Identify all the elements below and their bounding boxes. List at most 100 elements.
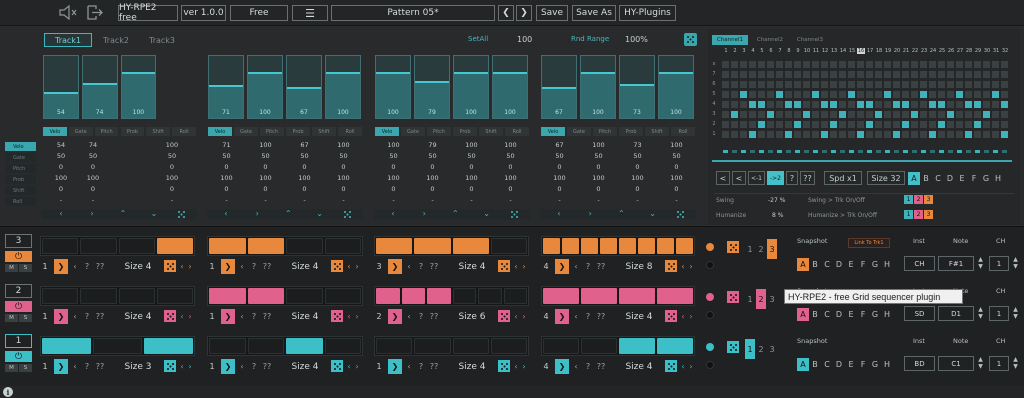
grid-cell[interactable]: [776, 131, 783, 138]
velocity-bar[interactable]: 100: [580, 55, 616, 119]
param-tab-shift[interactable]: Shift: [146, 127, 171, 136]
play-step-button[interactable]: ❯: [221, 259, 235, 274]
grid-cell[interactable]: [956, 61, 963, 68]
param-value[interactable]: 100: [290, 174, 320, 182]
param-value[interactable]: 71: [212, 141, 242, 149]
random-double-button[interactable]: ??: [594, 259, 608, 274]
grid-cell[interactable]: [830, 91, 837, 98]
random-double-button[interactable]: ??: [427, 309, 441, 324]
step[interactable]: [581, 238, 598, 254]
grid-cell[interactable]: [740, 91, 747, 98]
grid-cell[interactable]: [776, 91, 783, 98]
grid-column-number[interactable]: 28: [965, 48, 973, 54]
grid-cell[interactable]: [803, 91, 810, 98]
swing-track-toggle[interactable]: 3: [924, 195, 933, 204]
param-value[interactable]: 0: [457, 163, 487, 171]
prev-step-button[interactable]: ‹: [70, 259, 80, 274]
play-step-button[interactable]: ❯: [221, 309, 235, 324]
snapshot-e[interactable]: E: [845, 308, 857, 321]
shift-right-button[interactable]: ›: [186, 359, 194, 374]
param-value[interactable]: 100: [251, 141, 281, 149]
grid-cell[interactable]: [740, 121, 747, 128]
param-value[interactable]: 0: [457, 185, 487, 193]
param-tab-velo[interactable]: Velo: [541, 127, 565, 136]
random-button[interactable]: ?: [82, 309, 92, 324]
chevron-right-icon[interactable]: ›: [85, 209, 99, 218]
grid-cell[interactable]: [1001, 121, 1008, 128]
grid-pattern-g[interactable]: G: [980, 172, 992, 185]
grid-cell[interactable]: [749, 111, 756, 118]
param-value[interactable]: 50: [212, 152, 242, 160]
grid-cell[interactable]: [884, 101, 891, 108]
grid-cell[interactable]: [983, 91, 990, 98]
param-value[interactable]: 100: [457, 141, 487, 149]
grid-cell[interactable]: [776, 111, 783, 118]
snapshot-slot[interactable]: 1: [745, 243, 755, 255]
grid-cell[interactable]: [1001, 81, 1008, 88]
grid-cell[interactable]: [839, 91, 846, 98]
channel-field[interactable]: 1: [989, 256, 1009, 271]
grid-cell[interactable]: [848, 101, 855, 108]
grid-cell[interactable]: [767, 61, 774, 68]
grid-cell[interactable]: [866, 101, 873, 108]
param-tab-prob[interactable]: Prob: [619, 127, 643, 136]
grid-cell[interactable]: [830, 81, 837, 88]
grid-cell[interactable]: [875, 121, 882, 128]
size-label[interactable]: Size 4: [285, 359, 325, 374]
grid-back-button[interactable]: <: [716, 171, 730, 185]
grid-cell[interactable]: [947, 91, 954, 98]
grid-column-number[interactable]: 1: [722, 48, 730, 54]
grid-cell[interactable]: [776, 61, 783, 68]
param-tab-velo[interactable]: Velo: [208, 127, 232, 136]
param-value[interactable]: 100: [251, 174, 281, 182]
grid-cell[interactable]: [821, 101, 828, 108]
param-value[interactable]: 50: [78, 152, 108, 160]
param-value[interactable]: 100: [329, 174, 359, 182]
param-value[interactable]: 100: [418, 174, 448, 182]
param-tab-prob[interactable]: Prob: [453, 127, 477, 136]
param-value[interactable]: -: [662, 196, 692, 204]
grid-cell[interactable]: [821, 81, 828, 88]
next-pattern-button[interactable]: ❯: [516, 5, 532, 21]
param-value[interactable]: 100: [457, 174, 487, 182]
grid-cell[interactable]: [722, 61, 729, 68]
random-double-button[interactable]: ??: [594, 359, 608, 374]
grid-cell[interactable]: [929, 121, 936, 128]
channel-stepper-icon[interactable]: ▲▼: [1011, 306, 1019, 320]
step[interactable]: [247, 338, 284, 354]
shift-right-button[interactable]: ›: [520, 359, 528, 374]
grid-prev-button[interactable]: <: [732, 171, 746, 185]
grid-cell[interactable]: [1001, 61, 1008, 68]
size-label[interactable]: Size 4: [285, 259, 325, 274]
step[interactable]: [401, 288, 425, 304]
grid-cell[interactable]: [803, 81, 810, 88]
grid-cell[interactable]: [902, 91, 909, 98]
snapshot-g[interactable]: G: [869, 358, 881, 371]
prev-pattern-button[interactable]: ❮: [498, 5, 514, 21]
grid-cell[interactable]: [785, 101, 792, 108]
param-value[interactable]: 0: [46, 163, 76, 171]
grid-cell[interactable]: [794, 131, 801, 138]
grid-cell[interactable]: [767, 111, 774, 118]
grid-cell[interactable]: [794, 91, 801, 98]
param-tab-prob[interactable]: Prob: [286, 127, 310, 136]
grid-cell[interactable]: [830, 121, 837, 128]
random-button[interactable]: ?: [249, 309, 259, 324]
param-tab-pitch[interactable]: Pitch: [427, 127, 451, 136]
dice-icon[interactable]: [331, 310, 343, 322]
param-value[interactable]: 0: [290, 163, 320, 171]
velocity-bar[interactable]: 100: [325, 55, 361, 119]
random-button[interactable]: ?: [249, 259, 259, 274]
grid-cell[interactable]: [794, 71, 801, 78]
grid-cell[interactable]: [839, 101, 846, 108]
grid-cell[interactable]: [920, 121, 927, 128]
grid-cell[interactable]: [803, 121, 810, 128]
param-value[interactable]: 0: [251, 163, 281, 171]
mute-button[interactable]: M: [5, 364, 18, 372]
param-value[interactable]: 0: [212, 163, 242, 171]
param-value[interactable]: 50: [584, 152, 614, 160]
snapshot-slot[interactable]: 2: [756, 243, 766, 255]
grid-cell[interactable]: [848, 91, 855, 98]
dice-icon[interactable]: [164, 310, 176, 322]
grid-cell[interactable]: [830, 101, 837, 108]
